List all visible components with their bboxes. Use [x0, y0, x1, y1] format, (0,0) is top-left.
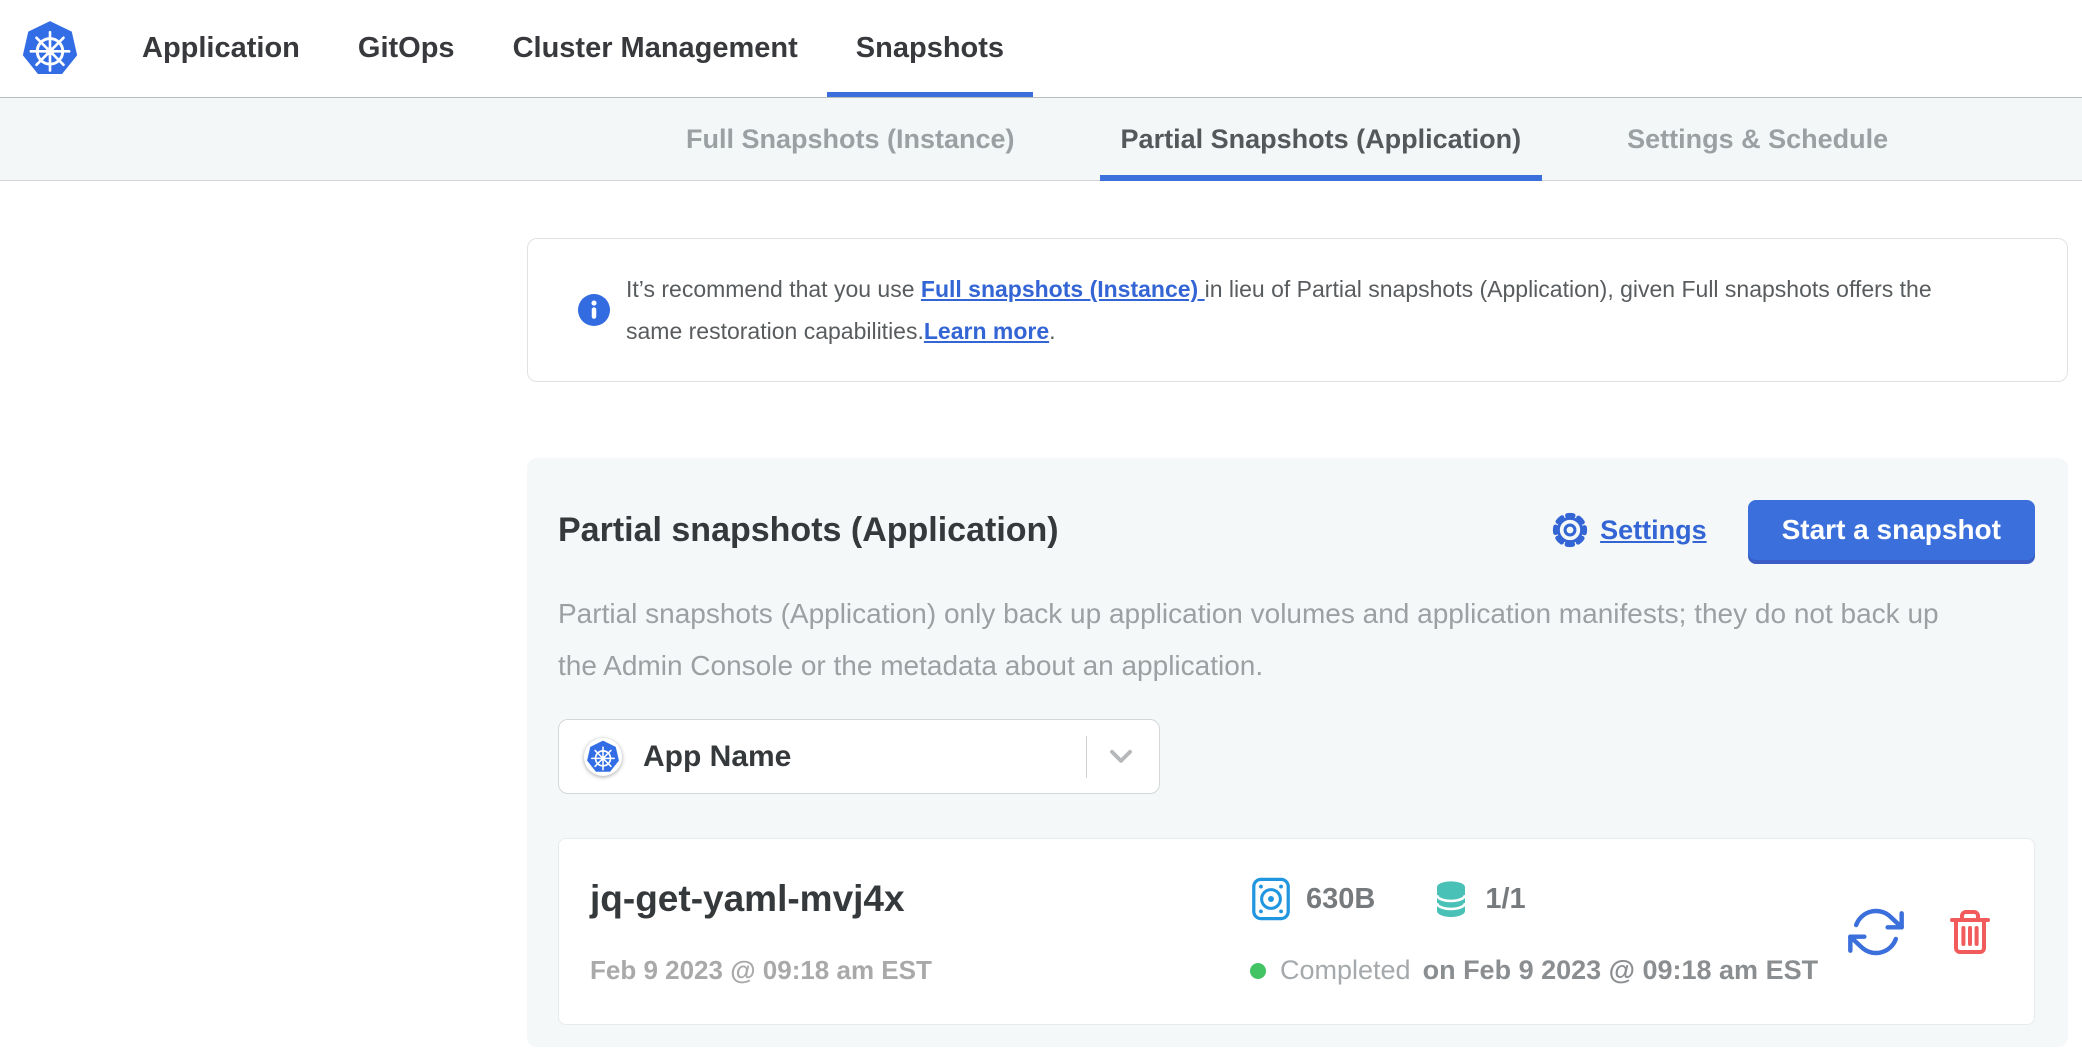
snapshots-sub-nav: Full Snapshots (Instance) Partial Snapsh… [0, 97, 2082, 181]
restore-snapshot-button[interactable] [1848, 904, 1904, 960]
chevron-down-icon [1103, 739, 1139, 775]
delete-snapshot-button[interactable] [1946, 906, 1994, 958]
kubernetes-logo-icon [21, 19, 79, 79]
dropdown-divider [1086, 736, 1087, 778]
restore-icon [1848, 904, 1904, 960]
app-logo-badge [584, 738, 622, 776]
app-name-selector[interactable]: App Name [558, 719, 1160, 794]
snapshot-status: Completed on Feb 9 2023 @ 09:18 am EST [1250, 955, 1848, 986]
gear-icon [1551, 511, 1589, 549]
info-text-segment: in lieu of Partial snapshots (Applicatio… [1205, 276, 1932, 302]
status-label: Completed [1280, 955, 1411, 986]
panel-actions: Settings Start a snapshot [1551, 500, 2035, 560]
snapshot-actions [1848, 904, 1994, 960]
partial-snapshots-panel: Partial snapshots (Application) Settings… [527, 458, 2068, 1047]
primary-nav: Application GitOps Cluster Management Sn… [113, 0, 1033, 97]
trash-icon [1946, 906, 1994, 958]
panel-description-line-1: Partial snapshots (Application) only bac… [558, 588, 2035, 640]
info-banner: It’s recommend that you use Full snapsho… [527, 238, 2068, 382]
snapshot-started-timestamp: Feb 9 2023 @ 09:18 am EST [590, 955, 1250, 986]
info-banner-line-2: same restoration capabilities.Learn more… [626, 310, 1932, 352]
info-banner-text: It’s recommend that you use Full snapsho… [626, 268, 1932, 352]
panel-description: Partial snapshots (Application) only bac… [558, 588, 2035, 692]
panel-header: Partial snapshots (Application) Settings… [558, 500, 2035, 560]
info-text-segment: . [1049, 318, 1055, 344]
full-snapshots-link[interactable]: Full snapshots (Instance) [921, 276, 1205, 302]
disk-size-icon [1250, 877, 1292, 921]
main-content: It’s recommend that you use Full snapsho… [527, 238, 2068, 1047]
panel-description-line-2: the Admin Console or the metadata about … [558, 640, 2035, 692]
learn-more-link[interactable]: Learn more [924, 318, 1049, 344]
database-volumes-icon [1431, 879, 1471, 919]
kubernetes-app-icon [586, 740, 620, 774]
panel-title: Partial snapshots (Application) [558, 511, 1059, 550]
tab-settings-schedule[interactable]: Settings & Schedule [1606, 98, 1909, 180]
nav-item-gitops[interactable]: GitOps [329, 0, 484, 97]
settings-link[interactable]: Settings [1551, 511, 1707, 549]
info-icon [578, 294, 610, 326]
nav-item-snapshots[interactable]: Snapshots [827, 0, 1033, 97]
start-snapshot-button[interactable]: Start a snapshot [1748, 500, 2035, 560]
snapshot-stats: 630B 1/1 [1250, 877, 1848, 921]
info-text-segment: It’s recommend that you use [626, 276, 921, 302]
tab-full-snapshots[interactable]: Full Snapshots (Instance) [665, 98, 1036, 180]
info-text-segment: same restoration capabilities. [626, 318, 924, 344]
top-nav: Application GitOps Cluster Management Sn… [0, 0, 2082, 97]
snapshot-volumes-stat: 1/1 [1431, 879, 1525, 919]
nav-item-application[interactable]: Application [113, 0, 329, 97]
snapshot-volumes-value: 1/1 [1485, 883, 1525, 916]
snapshot-size-value: 630B [1306, 883, 1375, 916]
app-name-value: App Name [643, 740, 791, 774]
nav-item-cluster-management[interactable]: Cluster Management [484, 0, 827, 97]
snapshot-size-stat: 630B [1250, 877, 1375, 921]
tab-partial-snapshots[interactable]: Partial Snapshots (Application) [1100, 98, 1543, 180]
snapshot-name: jq-get-yaml-mvj4x [590, 878, 1250, 920]
sub-nav-tabs: Full Snapshots (Instance) Partial Snapsh… [665, 98, 1973, 180]
status-dot-icon [1250, 963, 1266, 979]
settings-label: Settings [1600, 515, 1707, 546]
snapshot-row: jq-get-yaml-mvj4x Feb 9 2023 @ 09:18 am … [558, 838, 2035, 1025]
status-finished-timestamp: on Feb 9 2023 @ 09:18 am EST [1423, 955, 1819, 986]
info-banner-line-1: It’s recommend that you use Full snapsho… [626, 268, 1932, 310]
